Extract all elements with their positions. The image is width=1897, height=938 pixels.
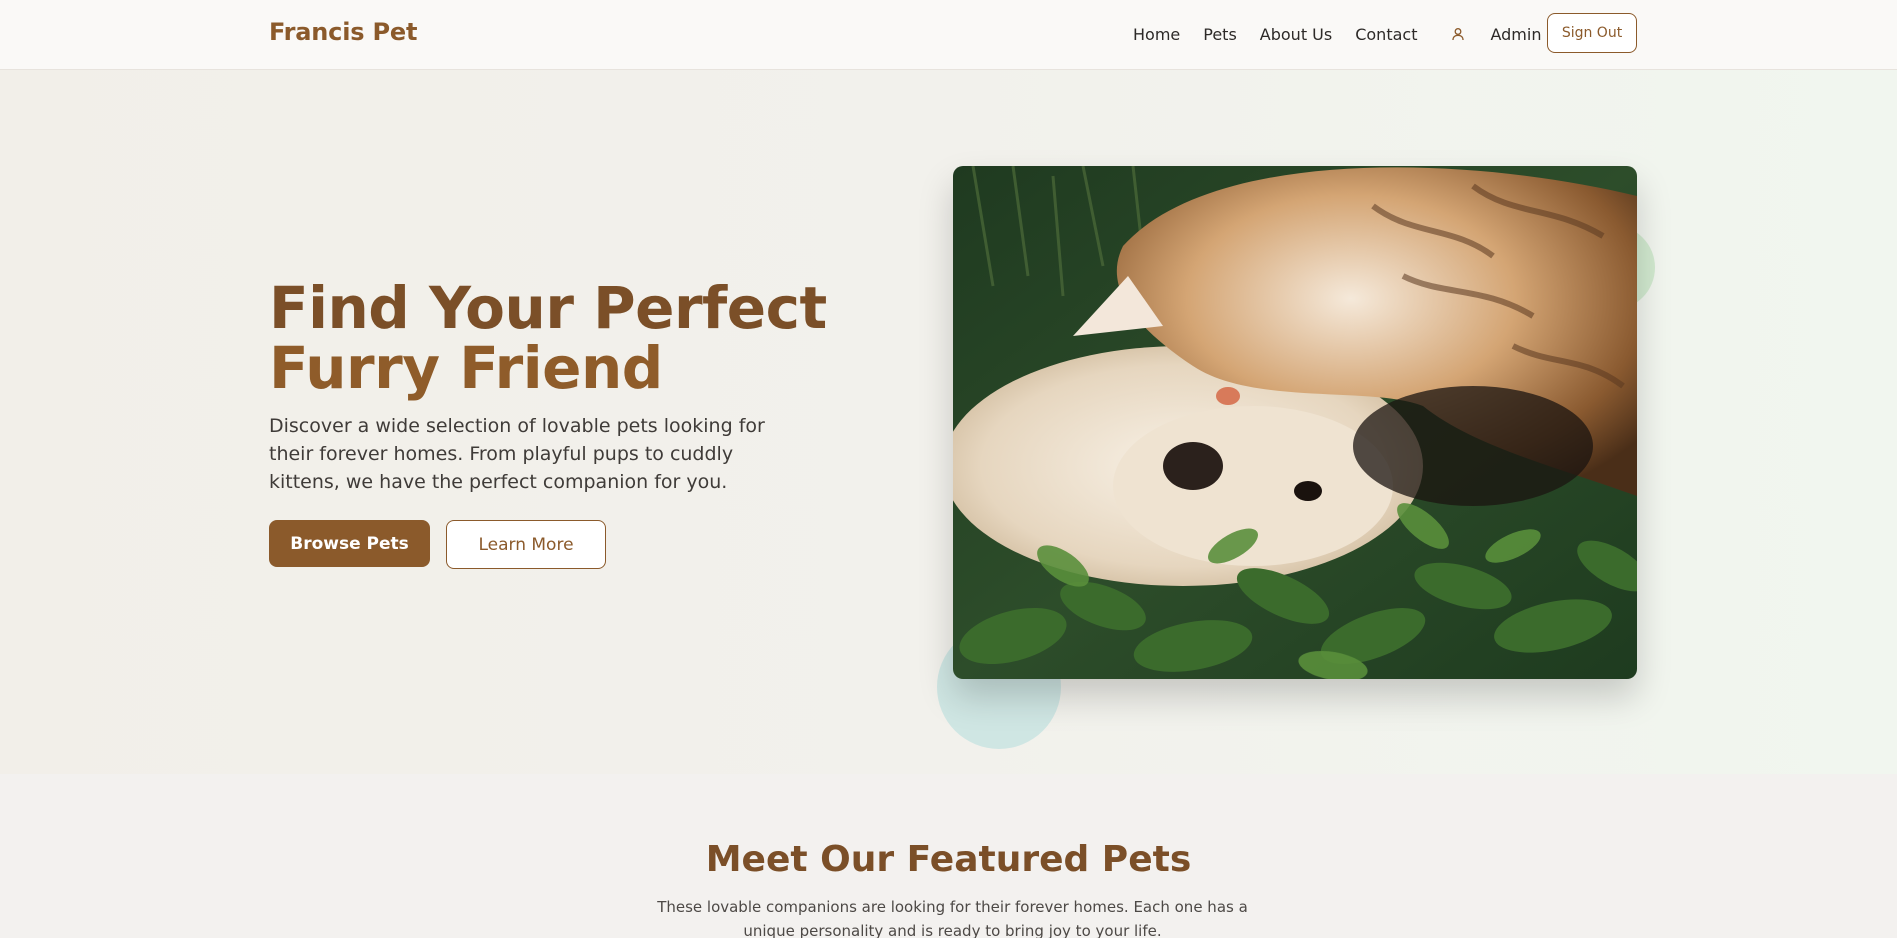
hero-title: Find Your Perfect Furry Friend [269, 278, 949, 398]
featured-subtitle: These lovable companions are looking for… [657, 898, 1248, 938]
nav-pets-link[interactable]: Pets [1203, 25, 1237, 44]
top-navbar: Francis Pet Home Pets About Us Contact A… [0, 0, 1897, 70]
hero-description: Discover a wide selection of lovable pet… [269, 415, 765, 493]
nav-about-link[interactable]: About Us [1260, 25, 1332, 44]
nav-home-link[interactable]: Home [1133, 25, 1180, 44]
nav-contact-link[interactable]: Contact [1355, 25, 1417, 44]
hero-section: Find Your Perfect Furry Friend Discover … [0, 70, 1897, 774]
user-icon[interactable] [1449, 25, 1467, 43]
featured-pets-section: Meet Our Featured Pets These lovable com… [0, 774, 1897, 938]
featured-title: Meet Our Featured Pets [705, 839, 1192, 880]
brand-logo-text[interactable]: Francis Pet [269, 18, 417, 46]
browse-pets-button[interactable]: Browse Pets [269, 520, 430, 567]
learn-more-button[interactable]: Learn More [446, 520, 606, 569]
hero-title-part1: Find Your Perfect [269, 274, 827, 342]
sign-out-button[interactable]: Sign Out [1547, 13, 1637, 53]
admin-label: Admin [1490, 24, 1542, 44]
hero-pet-photo [953, 166, 1637, 679]
main-nav: Home Pets About Us Contact Admin [1133, 23, 1558, 45]
hero-title-accent: Furry Friend [269, 334, 663, 402]
user-icon-graphic [1452, 28, 1465, 41]
cat-dog-illustration [953, 166, 1637, 679]
